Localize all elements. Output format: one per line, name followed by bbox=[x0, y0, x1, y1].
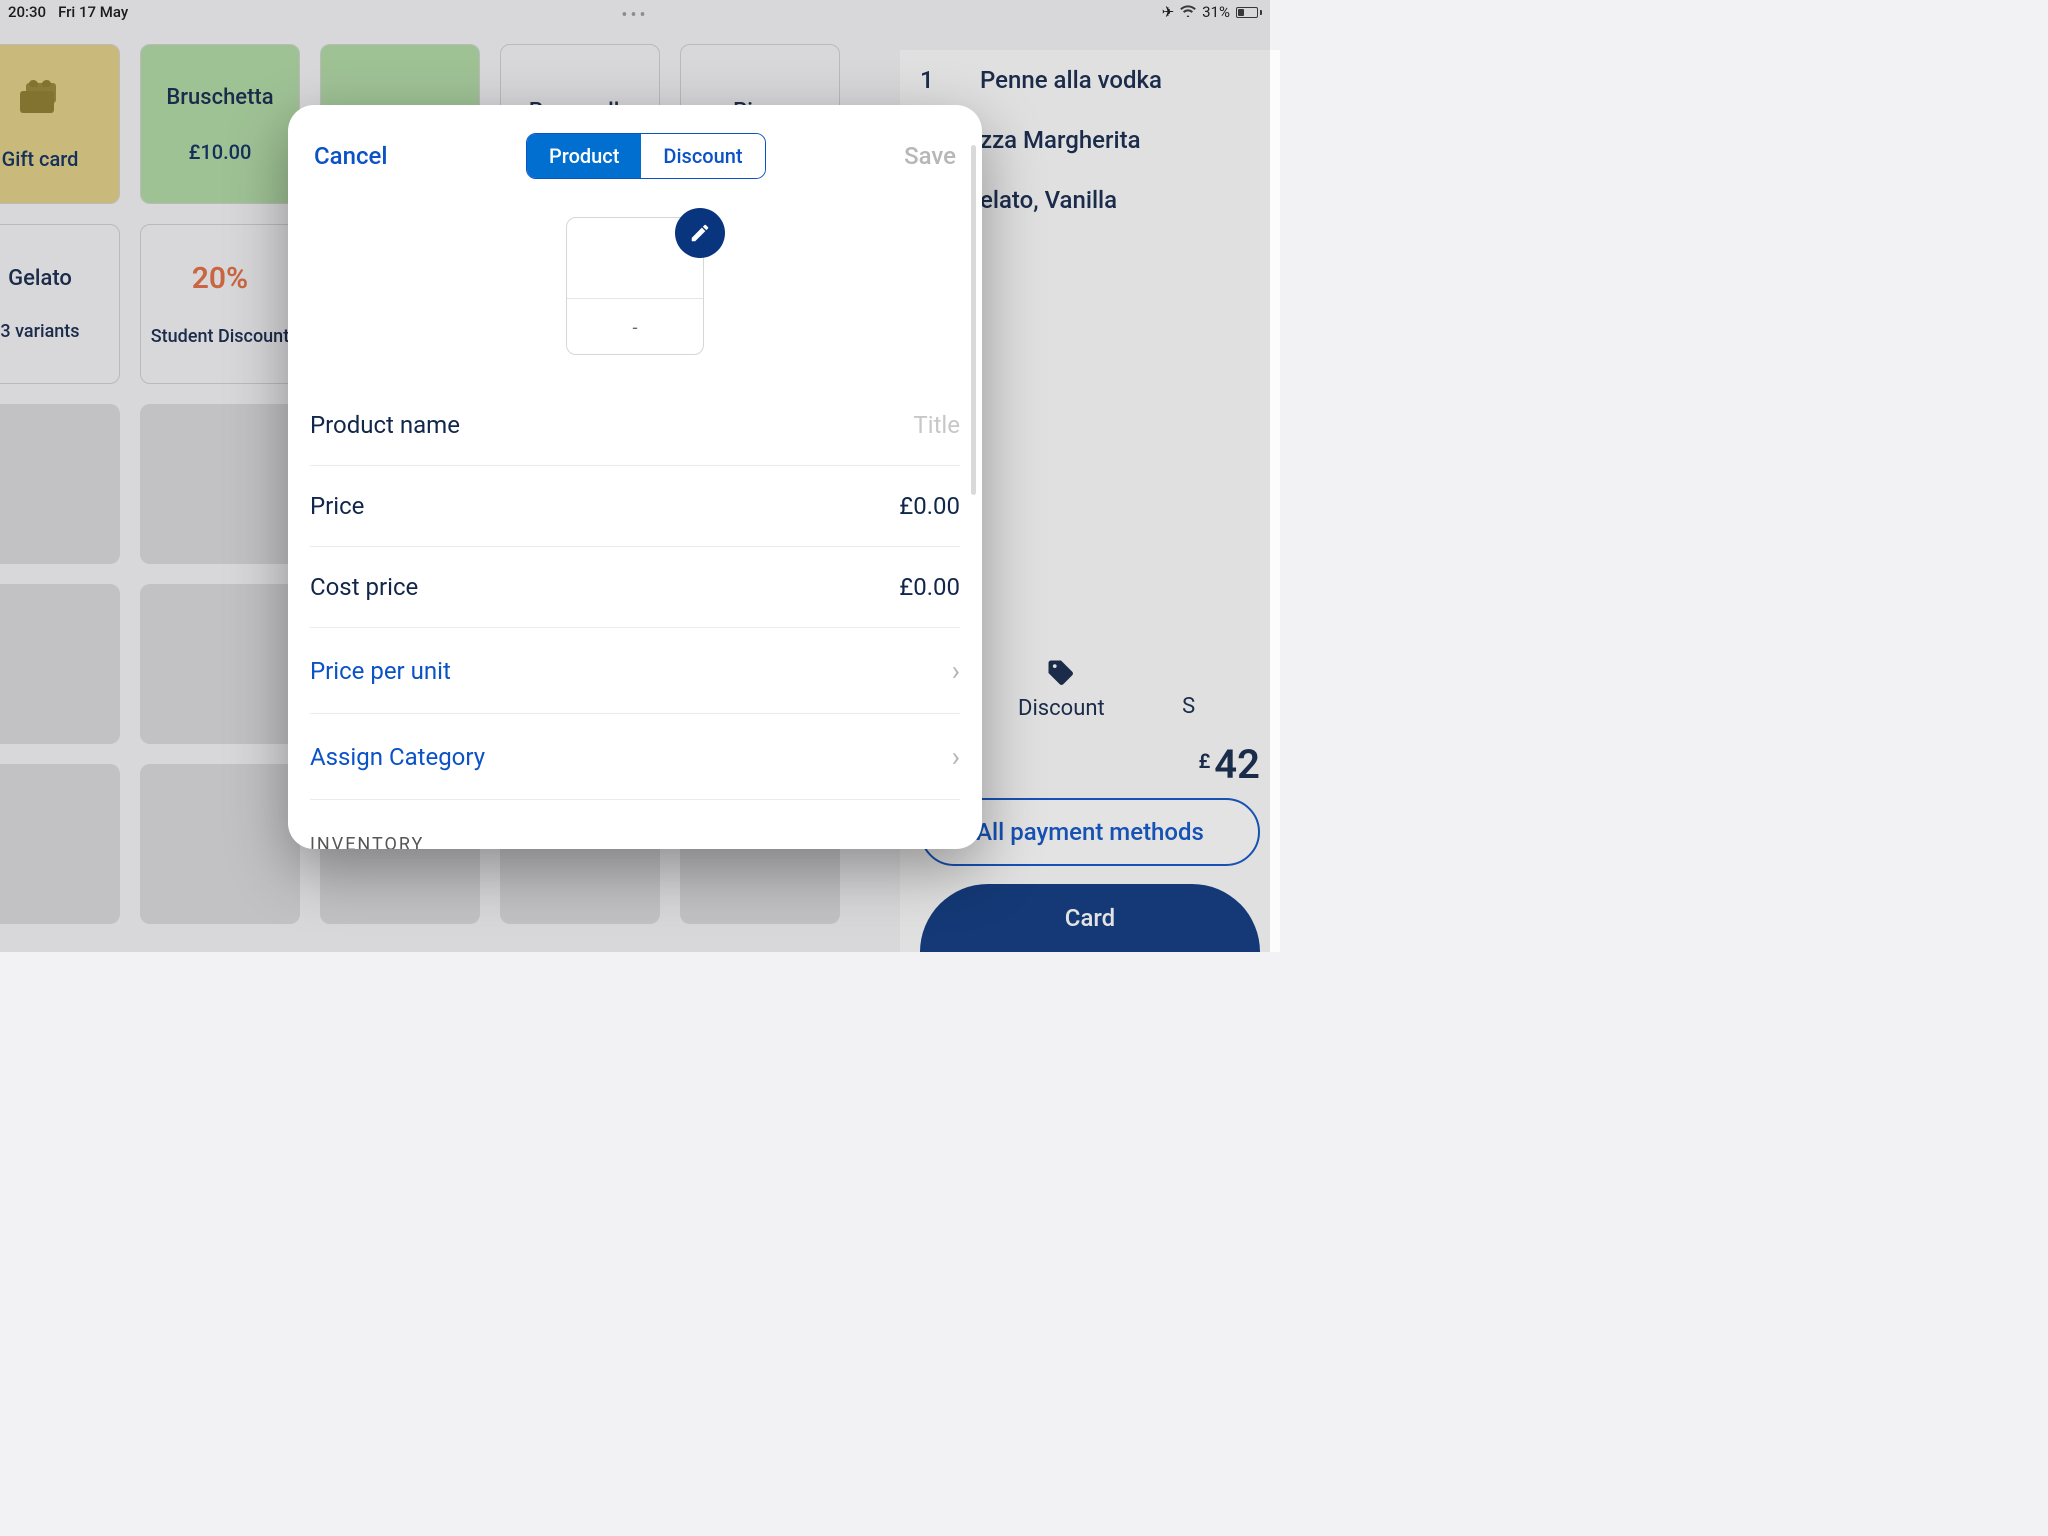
row-product-name[interactable]: Product name Title bbox=[310, 385, 960, 466]
field-label: Cost price bbox=[310, 573, 418, 601]
cancel-button[interactable]: Cancel bbox=[314, 142, 387, 170]
field-label: Product name bbox=[310, 411, 460, 439]
section-inventory: INVENTORY bbox=[310, 800, 960, 849]
scroll-indicator bbox=[971, 145, 976, 495]
field-value: £0.00 bbox=[899, 573, 960, 601]
field-value: £0.00 bbox=[899, 492, 960, 520]
product-modal: Cancel Product Discount Save - Product bbox=[288, 105, 982, 849]
tab-product[interactable]: Product bbox=[527, 134, 641, 178]
modal-header: Cancel Product Discount Save bbox=[288, 105, 982, 197]
pencil-icon bbox=[689, 222, 711, 244]
row-assign-category[interactable]: Assign Category › bbox=[310, 714, 960, 800]
row-price[interactable]: Price £0.00 bbox=[310, 466, 960, 547]
modal-body[interactable]: - Product name Title Price £0.00 Cost pr… bbox=[288, 197, 982, 849]
preview-placeholder: - bbox=[567, 318, 703, 339]
tab-discount[interactable]: Discount bbox=[641, 134, 764, 178]
segmented-control: Product Discount bbox=[526, 133, 766, 179]
row-price-per-unit[interactable]: Price per unit › bbox=[310, 628, 960, 714]
product-form: Product name Title Price £0.00 Cost pric… bbox=[288, 385, 982, 849]
chevron-right-icon: › bbox=[952, 740, 960, 773]
field-label: Price bbox=[310, 492, 364, 520]
product-tile-preview[interactable]: - bbox=[566, 217, 704, 355]
chevron-right-icon: › bbox=[952, 654, 960, 687]
edit-tile-button[interactable] bbox=[675, 208, 725, 258]
row-cost-price[interactable]: Cost price £0.00 bbox=[310, 547, 960, 628]
save-button[interactable]: Save bbox=[904, 142, 956, 170]
field-label: Price per unit bbox=[310, 657, 451, 685]
field-placeholder: Title bbox=[913, 411, 960, 439]
field-label: Assign Category bbox=[310, 743, 485, 771]
product-preview-wrap: - bbox=[288, 197, 982, 385]
